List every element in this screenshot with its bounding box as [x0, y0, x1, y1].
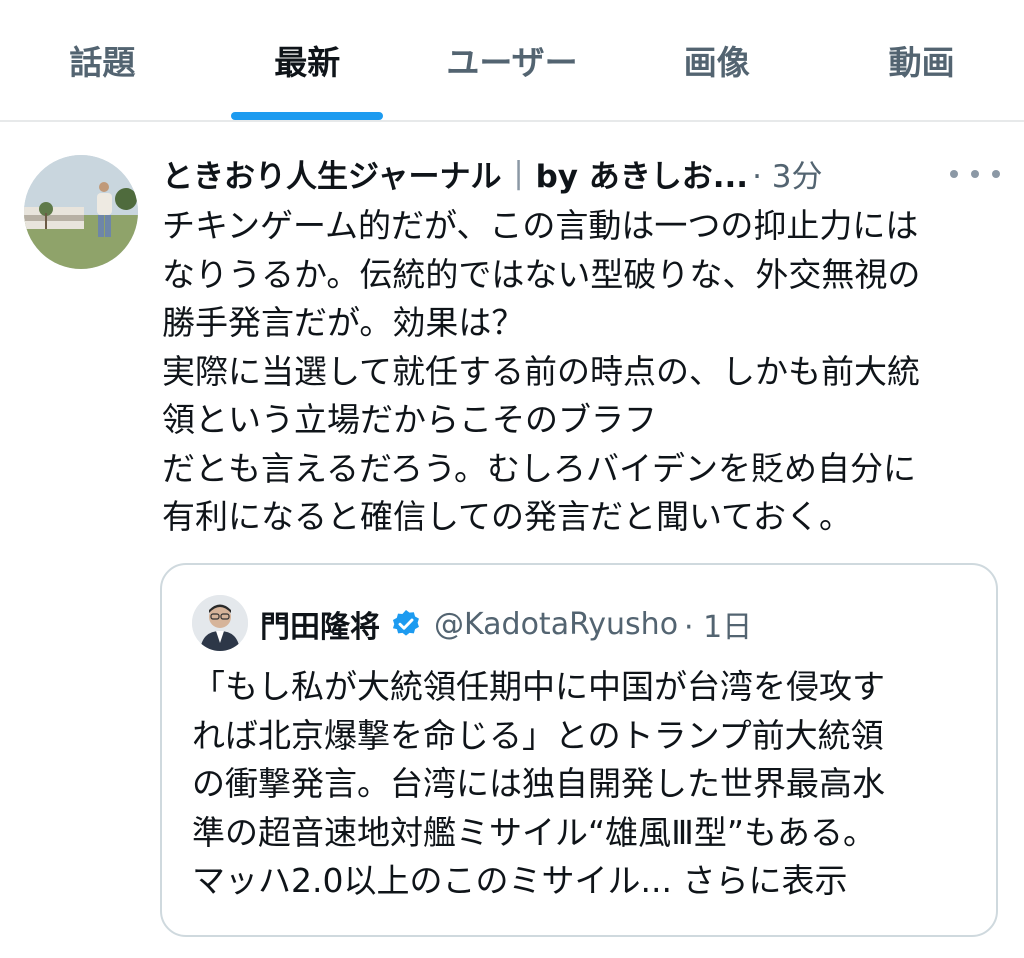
avatar-photo	[24, 155, 138, 269]
author-name[interactable]: ときおり人生ジャーナル	[162, 151, 501, 196]
tweet-timestamp[interactable]: · 3分	[752, 151, 822, 196]
quoted-text-line: 準の超音速地対艦ミサイル“雄風Ⅲ型”もある。	[192, 812, 876, 852]
verified-badge-icon	[392, 610, 419, 636]
quoted-text-line: 「もし私が大統領任期中に中国が台湾を侵攻す	[192, 667, 885, 706]
tweet-text-line: チキンゲーム的だが、この言動は一つの抑止力には	[162, 206, 919, 245]
more-icon[interactable]	[950, 160, 1000, 188]
active-tab-indicator	[231, 112, 384, 120]
author-name-suffix[interactable]: by あきしお...	[536, 151, 749, 196]
tweet-text-line: 実際に当選して就任する前の時点の、しかも前大統	[162, 351, 921, 391]
tweet-text-line: 勝手発言だが。効果は？	[162, 303, 525, 342]
tab-label: 動画	[888, 43, 955, 82]
tab-label: 話題	[69, 43, 136, 82]
quoted-text: 「もし私が大統領任期中に中国が台湾を侵攻す れば北京爆撃を命じる」とのトランプ前…	[192, 663, 992, 906]
quoted-author-name[interactable]: 門田隆将	[260, 602, 380, 646]
tab-images[interactable]: 画像	[614, 0, 819, 120]
quoted-text-line: れば北京爆撃を命じる」とのトランプ前大統領	[192, 715, 884, 755]
quoted-tweet[interactable]: 門田隆将 @KadotaRyusho · 1日 「もし私が大統領任期中に中国が台…	[160, 563, 998, 937]
quoted-timestamp[interactable]: · 1日	[684, 602, 752, 646]
tab-label: 最新	[274, 43, 341, 82]
quoted-text-line: マッハ2.0以上のこのミサイル... さらに表示	[192, 861, 848, 900]
avatar[interactable]	[24, 155, 138, 269]
quoted-handle[interactable]: @KadotaRyusho	[434, 607, 678, 642]
quoted-header: 門田隆将 @KadotaRyusho · 1日	[260, 597, 752, 651]
tab-label: 画像	[683, 43, 750, 82]
tab-videos[interactable]: 動画	[819, 0, 1024, 120]
tab-users[interactable]: ユーザー	[410, 0, 615, 120]
tweet-text: チキンゲーム的だが、この言動は一つの抑止力には なりうるか。伝統的ではない型破り…	[162, 202, 1002, 542]
name-separator: |	[513, 155, 524, 191]
tweet-text-line: なりうるか。伝統的ではない型破りな、外交無視の	[162, 254, 921, 294]
quoted-text-line: の衝撃発言。台湾には独自開発した世界最高水	[192, 764, 885, 803]
tweet-text-line: 領という立場だからこそのブラフ	[162, 400, 657, 439]
tweet-header: ときおり人生ジャーナル | by あきしお... · 3分	[162, 150, 992, 196]
tab-latest[interactable]: 最新	[205, 0, 410, 120]
tab-label: ユーザー	[446, 43, 578, 82]
quoted-avatar[interactable]	[192, 595, 248, 651]
tab-topics[interactable]: 話題	[0, 0, 205, 120]
quoted-avatar-photo	[192, 595, 248, 651]
tweet-text-line: だとも言えるだろう。むしろバイデンを貶め自分に	[162, 448, 917, 488]
tweet-text-line: 有利になると確信しての発言だと聞いておく。	[162, 497, 853, 536]
search-tabs: 話題 最新 ユーザー 画像 動画	[0, 0, 1024, 122]
